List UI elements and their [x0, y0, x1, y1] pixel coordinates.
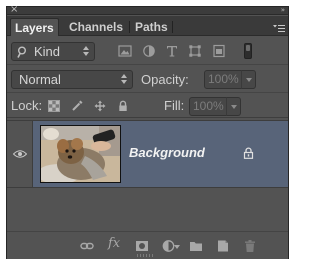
- adjustment-layer-filter-icon[interactable]: [142, 44, 156, 58]
- lock-all-icon[interactable]: [117, 100, 129, 112]
- opacity-dropdown-icon[interactable]: [241, 70, 256, 89]
- shape-layer-filter-icon[interactable]: [188, 44, 202, 58]
- collapse-icon[interactable]: »: [281, 5, 285, 15]
- visibility-cell[interactable]: [7, 121, 33, 187]
- tab-channels[interactable]: Channels: [65, 18, 127, 36]
- blend-mode-select[interactable]: Normal: [11, 70, 133, 89]
- lock-transparent-pixels-icon[interactable]: [48, 100, 60, 112]
- pixel-layer-filter-icon[interactable]: [118, 44, 132, 58]
- filter-kind-select[interactable]: Kind: [11, 42, 95, 61]
- adjustment-dropdown-icon[interactable]: [174, 245, 180, 249]
- new-layer-icon[interactable]: [216, 239, 230, 253]
- opacity-field[interactable]: 100%: [204, 70, 242, 89]
- resize-grip[interactable]: [137, 254, 157, 257]
- fill-label: Fill:: [164, 98, 185, 113]
- tab-divider: [129, 21, 130, 33]
- dog-photo-thumbnail-image: [41, 126, 120, 182]
- tab-layers[interactable]: Layers: [10, 18, 59, 36]
- filter-toggle-switch[interactable]: [244, 43, 252, 59]
- lock-image-pixels-icon[interactable]: [71, 100, 83, 112]
- layers-list: Background: [7, 119, 288, 231]
- fill-field[interactable]: 100%: [189, 97, 227, 116]
- lock-label: Lock:: [11, 98, 43, 113]
- type-layer-filter-icon[interactable]: [165, 44, 179, 58]
- layer-thumbnail: [40, 125, 121, 183]
- filter-kind-label: Kind: [34, 44, 61, 59]
- delete-layer-icon[interactable]: [243, 239, 257, 253]
- link-layers-icon[interactable]: [80, 239, 94, 253]
- close-icon[interactable]: ×: [10, 4, 18, 16]
- eye-icon[interactable]: [13, 150, 27, 158]
- panel-tabs: Layers Channels Paths: [7, 16, 288, 36]
- opacity-label: Opacity:: [141, 72, 189, 87]
- lock-position-icon[interactable]: [94, 100, 106, 112]
- lock-row: Lock: Fill: 100%: [7, 94, 288, 118]
- layer-row-background[interactable]: Background: [7, 120, 288, 188]
- updown-arrows-icon: [121, 74, 127, 86]
- search-icon: [17, 46, 26, 58]
- layer-style-fx-icon[interactable]: fx: [108, 237, 122, 251]
- panel-titlebar: × »: [7, 4, 288, 16]
- smart-object-filter-icon[interactable]: [212, 44, 226, 58]
- layer-name[interactable]: Background: [129, 145, 205, 161]
- add-mask-icon[interactable]: [135, 239, 149, 253]
- new-group-icon[interactable]: [189, 239, 203, 253]
- blend-mode-value: Normal: [19, 72, 61, 87]
- panel-menu-icon[interactable]: [273, 21, 285, 32]
- blend-row: Normal Opacity: 100%: [7, 66, 288, 93]
- layer-lock-icon: [243, 147, 254, 159]
- panel-footer: fx: [7, 231, 288, 259]
- filter-row: Kind: [7, 37, 288, 65]
- fill-dropdown-icon[interactable]: [226, 97, 241, 116]
- tab-paths[interactable]: Paths: [131, 18, 172, 36]
- updown-arrows-icon: [83, 46, 89, 58]
- tab-divider: [172, 21, 173, 33]
- layers-panel: × » Layers Channels Paths Kind Normal Op…: [6, 4, 289, 259]
